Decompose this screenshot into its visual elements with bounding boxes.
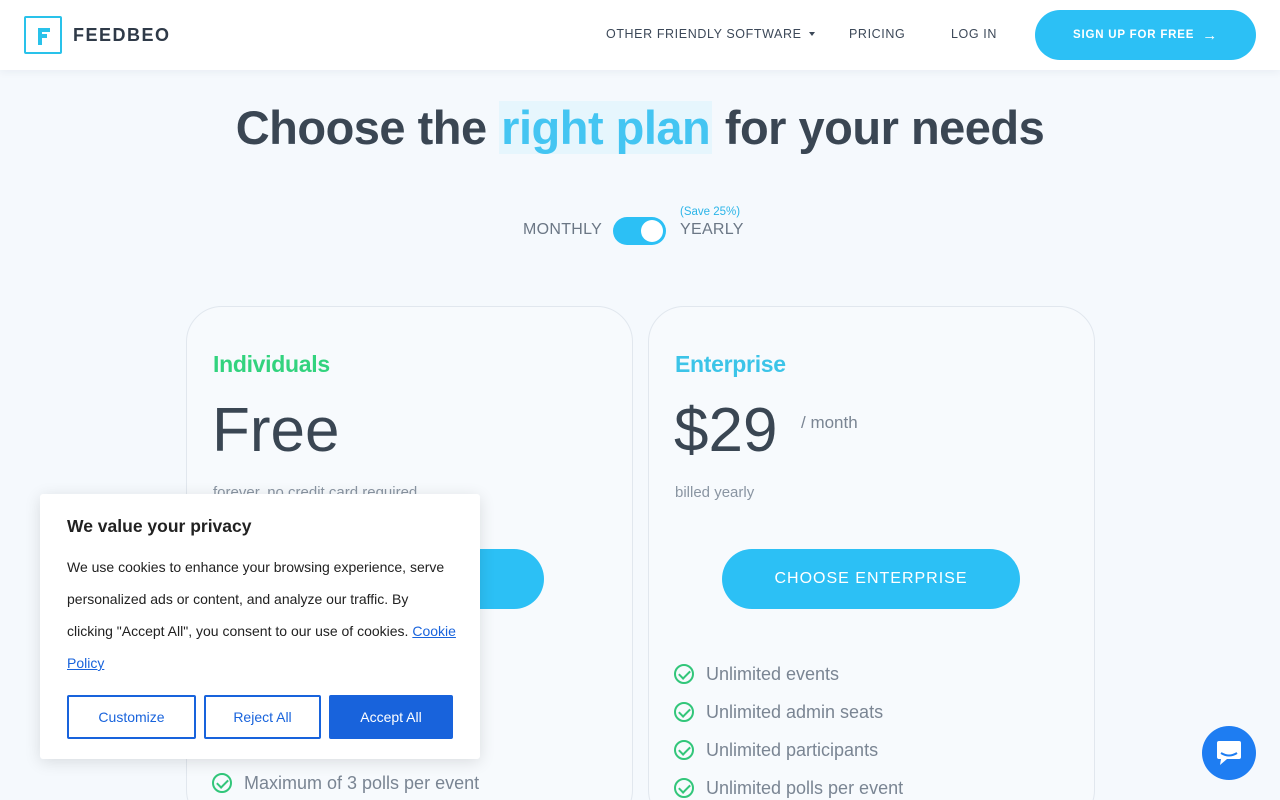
cookie-text: We use cookies to enhance your browsing … xyxy=(67,551,457,679)
toggle-knob xyxy=(641,220,663,242)
choose-enterprise-button[interactable]: CHOOSE ENTERPRISE xyxy=(722,549,1020,609)
signup-button-label: SIGN UP FOR FREE xyxy=(1072,29,1195,41)
cookie-consent-banner: We value your privacy We use cookies to … xyxy=(40,494,480,759)
arrow-right-icon: → xyxy=(1202,26,1219,44)
title-after: for your needs xyxy=(712,101,1045,154)
feature-list: Maximum of 3 polls per event xyxy=(212,764,479,800)
feedbeo-logo-icon xyxy=(24,16,62,54)
plan-name: Individuals xyxy=(213,351,330,377)
plan-price: Free xyxy=(212,396,340,465)
feature-text: Unlimited participants xyxy=(706,739,879,760)
reject-all-button[interactable]: Reject All xyxy=(204,695,321,739)
check-circle-icon xyxy=(674,702,694,722)
signup-button[interactable]: SIGN UP FOR FREE → xyxy=(1035,10,1256,60)
nav-pricing[interactable]: PRICING xyxy=(849,27,905,41)
plan-name: Enterprise xyxy=(675,351,786,377)
plan-price: $29 xyxy=(674,396,778,465)
nav-other-software-label: OTHER FRIENDLY SOFTWARE xyxy=(606,27,802,41)
check-circle-icon xyxy=(674,778,694,798)
nav-login[interactable]: LOG IN xyxy=(951,27,997,41)
monthly-label[interactable]: MONTHLY xyxy=(523,221,602,239)
customize-button[interactable]: Customize xyxy=(67,695,196,739)
feature-text: Unlimited admin seats xyxy=(706,701,884,722)
feature-item: Maximum of 3 polls per event xyxy=(212,764,479,800)
nav-other-software[interactable]: OTHER FRIENDLY SOFTWARE xyxy=(606,27,815,41)
feature-item: Unlimited events xyxy=(674,655,903,693)
title-highlight: right plan xyxy=(499,101,713,154)
accept-all-button[interactable]: Accept All xyxy=(329,695,453,739)
billing-toggle[interactable] xyxy=(613,217,666,245)
yearly-label[interactable]: YEARLY xyxy=(680,221,744,239)
caret-down-icon xyxy=(808,31,815,36)
feature-text: Unlimited events xyxy=(706,663,840,684)
check-circle-icon xyxy=(212,773,232,793)
site-header: FEEDBEO OTHER FRIENDLY SOFTWARE PRICING … xyxy=(0,0,1280,70)
cookie-title: We value your privacy xyxy=(67,516,252,536)
plan-card-enterprise: Enterprise $29 / month billed yearly CHO… xyxy=(648,306,1095,800)
logo-text: FEEDBEO xyxy=(73,24,171,45)
title-before: Choose the xyxy=(235,101,500,154)
feature-item: Unlimited polls per event xyxy=(674,769,903,800)
save-note: (Save 25%) xyxy=(680,206,741,218)
plan-note: billed yearly xyxy=(675,484,755,501)
check-circle-icon xyxy=(674,664,694,684)
chat-bubble-icon xyxy=(1217,741,1241,765)
feature-item: Unlimited participants xyxy=(674,731,903,769)
cookie-body: We use cookies to enhance your browsing … xyxy=(67,559,445,639)
page-title: Choose the right plan for your needs xyxy=(0,100,1280,155)
feature-list: Unlimited events Unlimited admin seats U… xyxy=(674,655,903,800)
chat-widget-button[interactable] xyxy=(1202,726,1256,780)
plan-period: / month xyxy=(801,413,858,432)
logo[interactable]: FEEDBEO xyxy=(24,16,171,54)
feature-text: Unlimited polls per event xyxy=(706,777,904,798)
feature-text: Maximum of 3 polls per event xyxy=(244,772,480,793)
check-circle-icon xyxy=(674,740,694,760)
feature-item: Unlimited admin seats xyxy=(674,693,903,731)
